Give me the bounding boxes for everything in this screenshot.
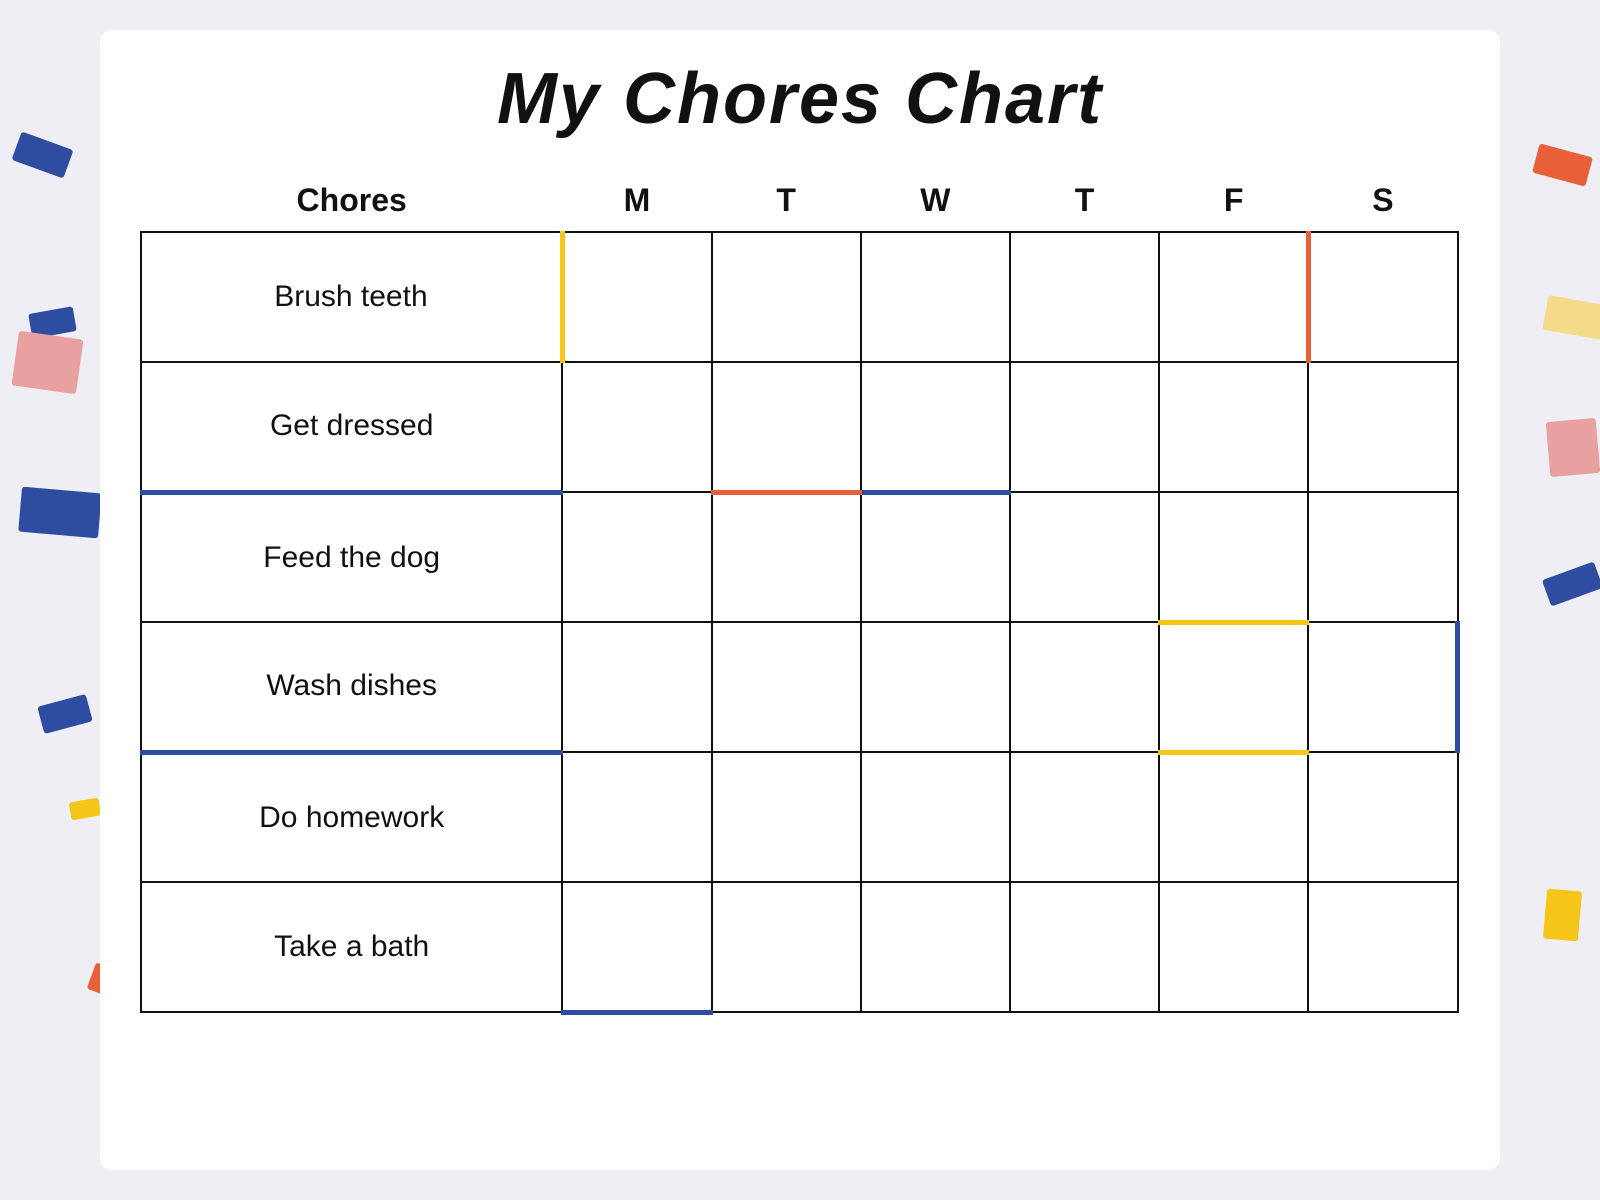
confetti-10 [11,331,83,395]
check-cell[interactable] [712,622,861,752]
day-header-m: M [562,170,711,232]
check-cell[interactable] [861,232,1010,362]
chores-table: Chores M T W T F S Brush teeth [140,170,1460,1015]
table-row: Feed the dog [141,492,1458,622]
day-header-f: F [1159,170,1308,232]
confetti-8 [1542,295,1600,340]
check-cell[interactable] [1159,232,1308,362]
header-row: Chores M T W T F S [141,170,1458,232]
table-row: Wash dishes [141,622,1458,752]
check-cell[interactable] [861,622,1010,752]
page-title: My Chores Chart [140,58,1460,140]
check-cell[interactable] [562,882,711,1012]
check-cell[interactable] [1010,492,1159,622]
day-header-w: W [861,170,1010,232]
check-cell[interactable] [1159,752,1308,882]
check-cell[interactable] [1010,752,1159,882]
check-cell[interactable] [712,232,861,362]
day-header-t2: T [1010,170,1159,232]
chores-header: Chores [141,170,562,232]
chore-name-2: Get dressed [141,362,562,492]
check-cell[interactable] [1159,622,1308,752]
check-cell[interactable] [861,752,1010,882]
check-cell[interactable] [1010,622,1159,752]
title-area: My Chores Chart [140,30,1460,160]
check-cell[interactable] [1308,362,1457,492]
table-row: Take a bath [141,882,1458,1012]
table-row: Get dressed [141,362,1458,492]
check-cell[interactable] [1010,882,1159,1012]
check-cell[interactable] [562,362,711,492]
check-cell[interactable] [1010,362,1159,492]
day-header-s: S [1308,170,1457,232]
check-cell[interactable] [562,622,711,752]
check-cell[interactable] [1010,232,1159,362]
chart-container: Chores M T W T F S Brush teeth [140,170,1460,1015]
check-cell[interactable] [861,492,1010,622]
chore-name-3: Feed the dog [141,492,562,622]
confetti-6 [1543,889,1582,942]
chore-name-1: Brush teeth [141,232,562,362]
check-cell[interactable] [861,882,1010,1012]
check-cell[interactable] [712,882,861,1012]
check-cell[interactable] [861,362,1010,492]
confetti-7 [1542,561,1600,606]
check-cell[interactable] [1159,362,1308,492]
check-cell[interactable] [1308,752,1457,882]
confetti-3 [18,487,102,539]
table-row: Brush teeth [141,232,1458,362]
check-cell[interactable] [562,232,711,362]
chore-name-5: Do homework [141,752,562,882]
check-cell[interactable] [1308,232,1457,362]
chore-name-4: Wash dishes [141,622,562,752]
day-header-t1: T [712,170,861,232]
confetti-11 [69,798,102,821]
check-cell[interactable] [712,492,861,622]
check-cell[interactable] [1159,492,1308,622]
check-cell[interactable] [1159,882,1308,1012]
check-cell[interactable] [1308,882,1457,1012]
check-cell[interactable] [562,752,711,882]
confetti-1 [12,131,74,178]
check-cell[interactable] [562,492,711,622]
confetti-5 [1532,143,1593,186]
check-cell[interactable] [1308,622,1457,752]
check-cell[interactable] [1308,492,1457,622]
card: My Chores Chart Chores M T W T F S Brush… [100,30,1500,1170]
table-row: Do homework [141,752,1458,882]
confetti-9 [1546,418,1600,477]
confetti-4 [37,694,93,734]
check-cell[interactable] [712,752,861,882]
check-cell[interactable] [712,362,861,492]
chore-name-6: Take a bath [141,882,562,1012]
